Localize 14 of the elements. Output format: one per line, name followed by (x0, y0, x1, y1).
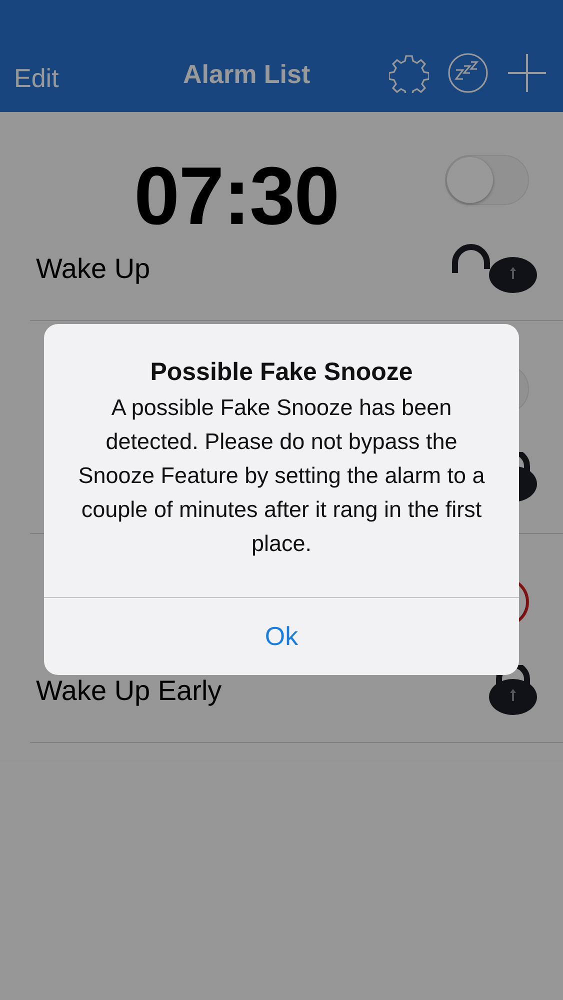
alert-message: A possible Fake Snooze has been detected. Please do not bypass the Snooze Feature by setting the alarm to a couple of minutes after it rang in the first place. (77, 394, 486, 558)
settings-icon[interactable] (389, 53, 429, 93)
nav-title: Alarm List (183, 59, 310, 90)
alarm-toggle[interactable] (445, 154, 529, 204)
snooze-icon[interactable] (447, 52, 489, 94)
add-icon[interactable] (507, 53, 547, 93)
unlock-icon[interactable] (449, 243, 539, 295)
alert-title: Possible Fake Snooze (150, 358, 413, 387)
alarm-time: 07:30 (134, 150, 339, 244)
alarm-label: Wake Up (36, 253, 150, 285)
lock-icon[interactable] (487, 665, 539, 717)
alarm-label: Wake Up Early (36, 675, 222, 707)
ok-button[interactable]: Ok (44, 598, 519, 675)
edit-button[interactable]: Edit (14, 63, 59, 94)
